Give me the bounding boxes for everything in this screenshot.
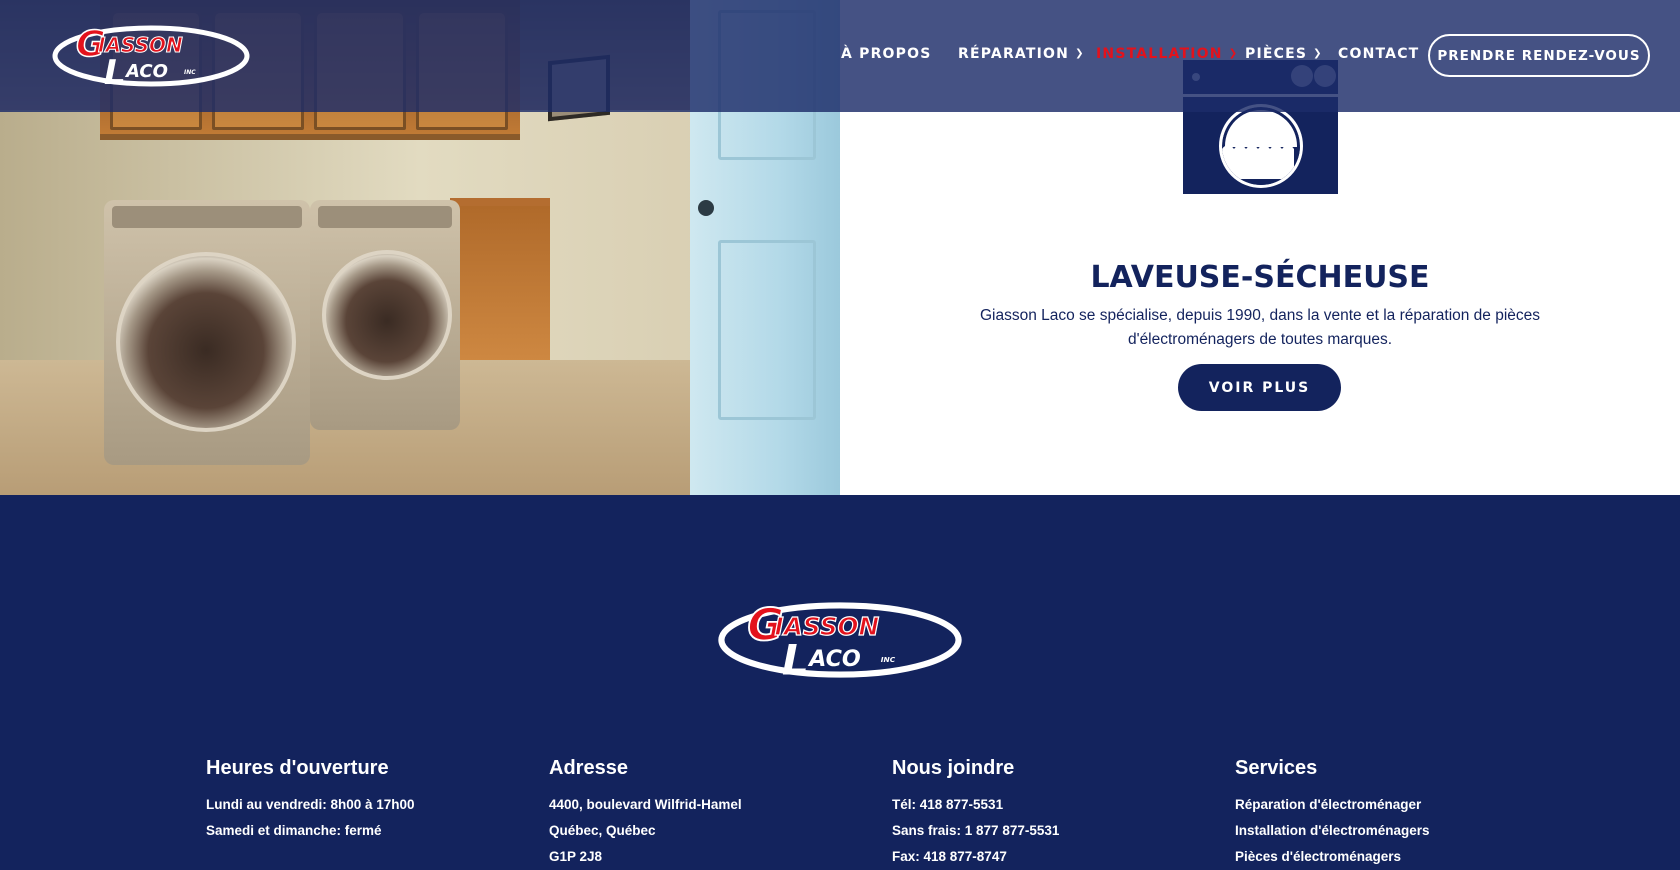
nav-item-reparation[interactable]: RÉPARATION ❯: [958, 46, 1085, 62]
fax-line: Fax: 418 877-8747: [892, 849, 1007, 864]
footer-line: Québec, Québec: [549, 823, 656, 838]
voir-plus-button[interactable]: VOIR PLUS: [1178, 364, 1341, 411]
footer-logo[interactable]: G IASSON L ACO INC: [714, 598, 966, 685]
hero-title: LAVEUSE-SÉCHEUSE: [1090, 260, 1430, 295]
chevron-down-icon: ❯: [1228, 48, 1239, 59]
service-link-pieces[interactable]: Pièces d'électroménagers: [1235, 844, 1555, 870]
chevron-down-icon: ❯: [1313, 48, 1323, 59]
footer-col-services: Services Réparation d'électroménager Ins…: [1235, 757, 1555, 870]
service-link-reparation[interactable]: Réparation d'électroménager: [1235, 792, 1555, 818]
footer-col-title: Services: [1235, 757, 1318, 779]
nav-item-pieces[interactable]: PIÈCES ❯: [1245, 46, 1323, 62]
nav-item-contact[interactable]: CONTACT: [1338, 46, 1419, 62]
svg-text:INC: INC: [184, 69, 196, 76]
toll-free-link[interactable]: Sans frais: 1 877 877-5531: [892, 818, 1212, 844]
service-link-installation[interactable]: Installation d'électroménagers: [1235, 818, 1555, 844]
footer-line: Samedi et dimanche: fermé: [206, 823, 382, 838]
footer-line: G1P 2J8: [549, 849, 603, 864]
site-header: G IASSON L ACO INC À PROPOS RÉPARATION ❯ …: [0, 0, 1680, 112]
svg-text:L: L: [104, 53, 126, 90]
footer-col-title: Nous joindre: [892, 757, 1015, 779]
svg-text:ACO: ACO: [807, 646, 861, 672]
svg-text:INC: INC: [881, 655, 896, 664]
footer-col-contact: Nous joindre Tél: 418 877-5531 Sans frai…: [892, 757, 1212, 870]
footer-col-title: Adresse: [549, 757, 628, 779]
giasson-laco-logo[interactable]: G IASSON L ACO INC: [52, 22, 250, 93]
footer-col-title: Heures d'ouverture: [206, 757, 389, 779]
footer-line: Lundi au vendredi: 8h00 à 17h00: [206, 797, 415, 812]
svg-text:L: L: [782, 636, 809, 682]
footer-line: 4400, boulevard Wilfrid-Hamel: [549, 797, 742, 812]
chevron-down-icon: ❯: [1075, 48, 1085, 59]
prendre-rendez-vous-button[interactable]: PRENDRE RENDEZ-VOUS: [1428, 34, 1650, 77]
footer-col-address: Adresse 4400, boulevard Wilfrid-Hamel Qu…: [549, 757, 869, 870]
svg-text:ACO: ACO: [124, 61, 168, 82]
hero-description: Giasson Laco se spécialise, depuis 1990,…: [979, 307, 1541, 348]
phone-link[interactable]: Tél: 418 877-5531: [892, 792, 1212, 818]
footer-col-hours: Heures d'ouverture Lundi au vendredi: 8h…: [206, 757, 526, 844]
site-footer: G IASSON L ACO INC Heures d'ouverture Lu…: [0, 495, 1680, 870]
nav-item-installation[interactable]: INSTALLATION ❯: [1096, 46, 1238, 62]
nav-item-a-propos[interactable]: À PROPOS: [841, 46, 932, 62]
